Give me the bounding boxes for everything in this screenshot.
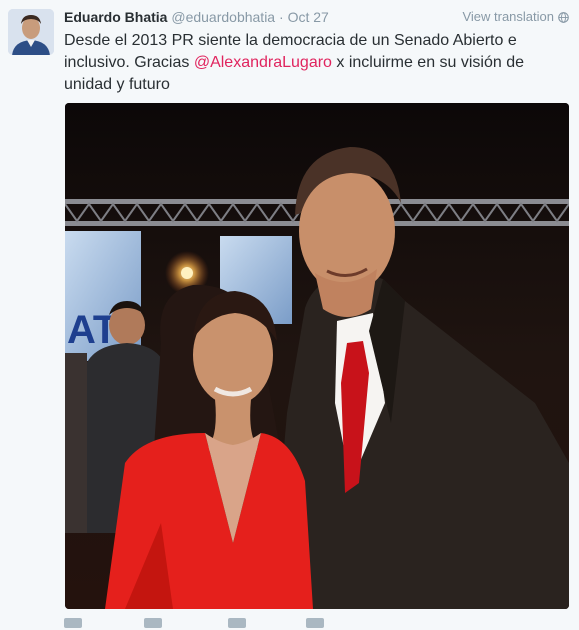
view-translation-label: View translation bbox=[462, 9, 554, 24]
author-name[interactable]: Eduardo Bhatia bbox=[64, 9, 167, 25]
view-translation-link[interactable]: View translation bbox=[462, 8, 569, 26]
tweet: Eduardo Bhatia @eduardobhatia · Oct 27 V… bbox=[0, 0, 579, 630]
separator: · bbox=[279, 9, 284, 25]
tweet-header: Eduardo Bhatia @eduardobhatia · Oct 27 V… bbox=[64, 8, 569, 28]
tweet-photo[interactable]: AT bbox=[65, 103, 569, 609]
avatar-image bbox=[8, 9, 54, 55]
mention-link[interactable]: @AlexandraLugaro bbox=[194, 54, 332, 71]
photo-image: AT bbox=[65, 103, 569, 609]
tweet-text: Desde el 2013 PR siente la democracia de… bbox=[64, 30, 559, 96]
globe-icon bbox=[558, 11, 569, 23]
avatar[interactable] bbox=[8, 9, 54, 55]
tweet-actions bbox=[64, 618, 364, 630]
tweet-date[interactable]: Oct 27 bbox=[288, 9, 329, 25]
author-handle[interactable]: @eduardobhatia bbox=[171, 9, 275, 25]
